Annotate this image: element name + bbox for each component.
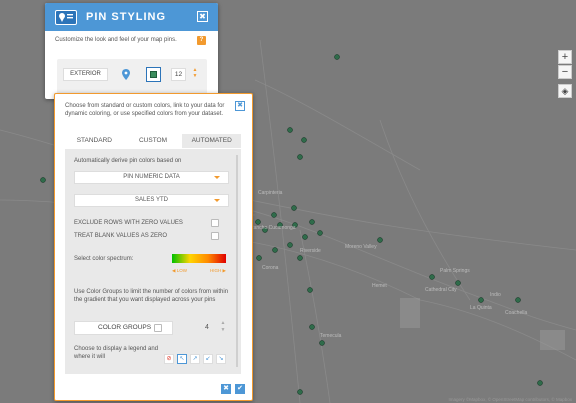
treat-blank-label: TREAT BLANK VALUES AS ZERO (74, 233, 168, 239)
data-source-dropdown[interactable]: PIN NUMERIC DATA (74, 171, 229, 184)
color-groups-stepper[interactable]: ▲ ▼ (219, 320, 227, 334)
map-label: Coachella (505, 310, 528, 316)
size-stepper[interactable]: ▲ ▼ (191, 67, 199, 82)
legend-bottom-right-icon[interactable]: ↘ (216, 354, 226, 364)
color-tabs: STANDARD CUSTOM AUTOMATED (65, 134, 242, 148)
tab-standard[interactable]: STANDARD (65, 134, 124, 148)
chevron-down-icon (214, 199, 220, 202)
auto-derive-label: Automatically derive pin colors based on (74, 158, 182, 164)
color-spectrum-selector[interactable] (172, 254, 226, 263)
legend-top-left-icon[interactable]: ↖ (177, 354, 187, 364)
pin-size-input[interactable]: 12 (171, 68, 186, 81)
scrollbar[interactable] (236, 155, 238, 367)
map-label: Carpinteria (258, 190, 283, 196)
exclude-zero-checkbox[interactable] (211, 219, 219, 227)
map-label: Rancho Cucamonga (250, 225, 296, 231)
color-groups-description: Use Color Groups to limit the number of … (74, 289, 229, 303)
legend-bottom-left-icon[interactable]: ↙ (203, 354, 213, 364)
panel-header: PIN STYLING ✖ (45, 3, 218, 31)
stepper-down-icon[interactable]: ▼ (219, 327, 227, 334)
pin-shape-icon[interactable] (122, 69, 130, 80)
tab-custom[interactable]: CUSTOM (124, 134, 183, 148)
map-label: Cathedral City (425, 287, 457, 293)
help-icon[interactable]: ? (197, 36, 206, 45)
close-icon[interactable]: ✖ (197, 11, 208, 22)
chevron-down-icon (214, 176, 220, 179)
map-label: Moreno Valley (345, 244, 377, 250)
field-dropdown[interactable]: SALES YTD (74, 194, 229, 207)
exclude-zero-label: EXCLUDE ROWS WITH ZERO VALUES (74, 220, 183, 226)
map-label: Palm Springs (440, 268, 470, 274)
panel-title: PIN STYLING (86, 11, 167, 23)
tab-automated[interactable]: AUTOMATED (182, 134, 242, 148)
close-icon[interactable]: ✖ (235, 101, 245, 111)
zoom-in-button[interactable]: + (558, 50, 572, 64)
cancel-button[interactable]: ✖ (221, 384, 231, 394)
legend-none-icon[interactable]: ⊘ (164, 354, 174, 364)
high-label: HIGH ▶ (210, 268, 226, 273)
map-label: Corona (262, 265, 279, 271)
map-credit: Imagery ©Mapbox, © OpenStreetMap contrib… (448, 397, 572, 402)
popup-description: Choose from standard or custom colors, l… (65, 103, 225, 117)
color-groups-checkbox[interactable] (154, 324, 162, 332)
panel-subtitle: Customize the look and feel of your map … (55, 37, 177, 43)
zoom-out-button[interactable]: − (558, 65, 572, 79)
low-label: ◀ LOW (172, 268, 187, 273)
map-label: Riverside (300, 248, 321, 254)
map-label: Hemet (372, 283, 387, 289)
map-label: Indio (490, 292, 501, 298)
pin-styling-panel: PIN STYLING ✖ Customize the look and fee… (45, 3, 218, 99)
pin-map-logo-icon (55, 10, 77, 25)
stepper-up-icon[interactable]: ▲ (219, 320, 227, 327)
color-groups-label: COLOR GROUPS (98, 324, 152, 331)
legend-top-right-icon[interactable]: ↗ (190, 354, 200, 364)
stepper-down-icon[interactable]: ▼ (191, 73, 199, 79)
pin-color-swatch[interactable] (146, 67, 161, 82)
exterior-button[interactable]: EXTERIOR (63, 68, 108, 81)
color-groups-value[interactable]: 4 (205, 324, 209, 331)
dropdown-value: SALES YTD (135, 197, 168, 203)
spectrum-label: Select color spectrum: (74, 256, 134, 262)
map-label: La Quinta (470, 305, 492, 311)
dropdown-value: PIN NUMERIC DATA (123, 174, 180, 180)
confirm-button[interactable]: ✔ (235, 384, 245, 394)
treat-blank-checkbox[interactable] (211, 232, 219, 240)
legend-description: Choose to display a legend and where it … (74, 346, 159, 360)
spectrum-range: ◀ LOW HIGH ▶ (172, 268, 226, 274)
color-groups-toggle[interactable]: COLOR GROUPS (74, 321, 173, 335)
color-options-popup: Choose from standard or custom colors, l… (54, 93, 253, 401)
locate-icon[interactable]: ◈ (558, 84, 572, 98)
color-square-icon (150, 71, 157, 78)
map-label: Temecula (320, 333, 342, 339)
